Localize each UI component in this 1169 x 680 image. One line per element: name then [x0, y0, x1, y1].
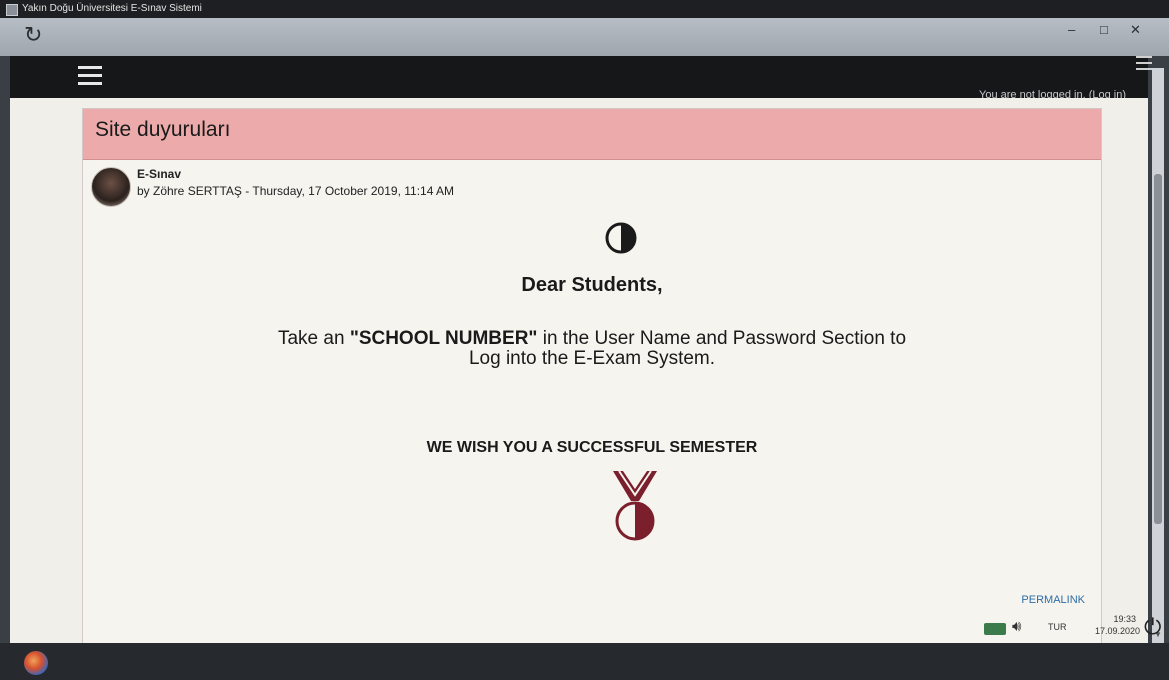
- instruction-line2: Log into the E-Exam System.: [468, 348, 716, 369]
- system-tray: 🔊︎ TUR 19:33 17.09.2020 ⏻: [984, 612, 1168, 648]
- taskbar: [0, 643, 1169, 680]
- volume-icon[interactable]: 🔊︎: [1012, 618, 1021, 635]
- page-content: Site duyuruları E-Sınav by Zöhre SERTTAŞ…: [10, 98, 1148, 650]
- announcements-header: Site duyuruları: [83, 109, 1101, 160]
- university-logo-icon: [605, 222, 637, 254]
- clock-time[interactable]: 19:33: [1094, 614, 1136, 624]
- close-icon[interactable]: ✕: [1130, 22, 1141, 38]
- post-byline: by Zöhre SERTTAŞ - Thursday, 17 October …: [137, 184, 455, 198]
- post-title: E-Sınav: [137, 167, 182, 181]
- start-icon[interactable]: [24, 651, 48, 675]
- network-icon[interactable]: [984, 623, 1006, 635]
- permalink-link[interactable]: PERMALINK: [1021, 594, 1085, 606]
- power-icon[interactable]: ⏻: [1144, 614, 1161, 640]
- avatar[interactable]: [91, 167, 131, 207]
- window-titlebar: Yakın Doğu Üniversitesi E-Sınav Sistemi: [0, 0, 1169, 18]
- side-menu-icon[interactable]: [1136, 56, 1152, 70]
- page-scrollbar[interactable]: ▼: [1152, 68, 1164, 643]
- instruction-post: in the User Name and Password Section to: [537, 328, 907, 349]
- greeting: Dear Students,: [521, 274, 663, 296]
- maximize-icon[interactable]: □: [1100, 22, 1108, 37]
- app-icon: [6, 4, 18, 16]
- scrollbar-thumb[interactable]: [1154, 174, 1162, 524]
- hamburger-icon[interactable]: [78, 66, 102, 85]
- site-announcements: Site duyuruları E-Sınav by Zöhre SERTTAŞ…: [82, 108, 1102, 650]
- minimize-icon[interactable]: –: [1068, 22, 1075, 37]
- reload-icon[interactable]: ↻: [24, 22, 42, 48]
- window-title: Yakın Doğu Üniversitesi E-Sınav Sistemi: [22, 3, 202, 14]
- wish-text: WE WISH YOU A SUCCESSFUL SEMESTER: [426, 439, 758, 456]
- medal-logo-icon: [613, 470, 657, 541]
- instruction-text: Take an "SCHOOL NUMBER" in the User Name…: [83, 329, 1101, 369]
- browser-toolbar: ↻ – □ ✕: [0, 18, 1169, 56]
- language-indicator[interactable]: TUR: [1048, 622, 1067, 632]
- instruction-pre: Take an: [277, 328, 350, 349]
- instruction-bold: "SCHOOL NUMBER": [349, 328, 538, 349]
- announcements-title: Site duyuruları: [95, 118, 231, 141]
- clock-date[interactable]: 17.09.2020: [1082, 626, 1140, 636]
